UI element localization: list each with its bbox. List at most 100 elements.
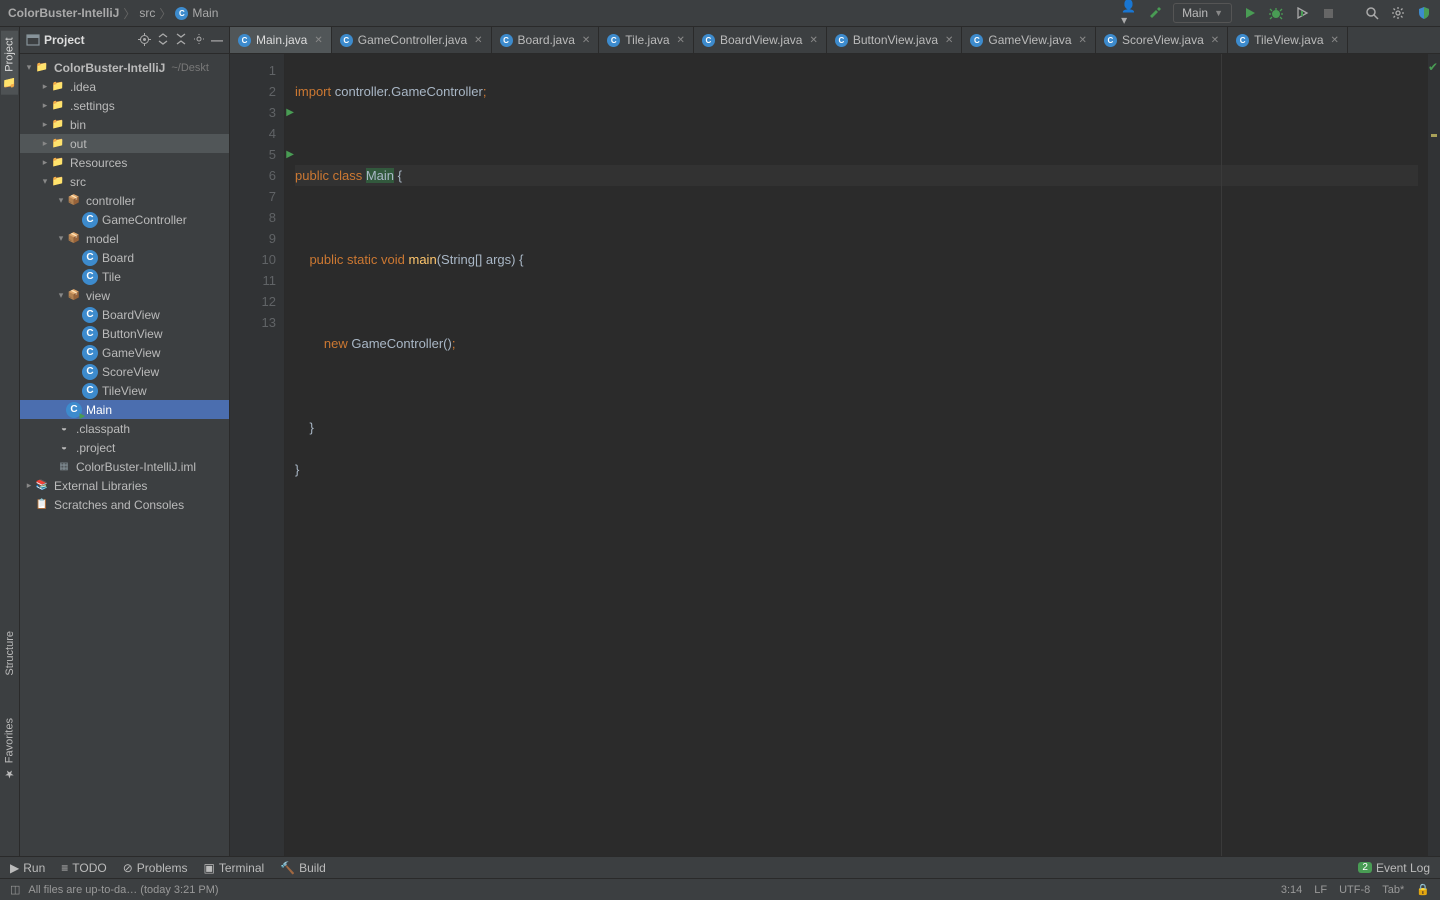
- tree-class-tile[interactable]: CTile: [20, 267, 229, 286]
- code-text[interactable]: import controller.GameController; public…: [285, 54, 1428, 856]
- locate-icon[interactable]: [138, 33, 151, 47]
- close-icon[interactable]: ✕: [474, 35, 482, 46]
- tool-tab-terminal[interactable]: ▣Terminal: [203, 861, 264, 875]
- tab-gameview[interactable]: CGameView.java✕: [962, 27, 1096, 53]
- hammer-icon[interactable]: [1147, 5, 1163, 21]
- tree-class-boardview[interactable]: CBoardView: [20, 305, 229, 324]
- settings-icon[interactable]: [1390, 5, 1406, 21]
- hide-icon[interactable]: —: [211, 33, 223, 47]
- gutter[interactable]: 1 2 3▶ 4 5▶ 6 7 8 9 10 11 12 13: [230, 54, 285, 856]
- tool-tab-build[interactable]: 🔨Build: [280, 861, 326, 875]
- tree-package-controller[interactable]: ▾📦controller: [20, 191, 229, 210]
- stop-button[interactable]: [1320, 5, 1336, 21]
- tool-tab-event-log[interactable]: 2Event Log: [1358, 861, 1430, 875]
- status-window-icon[interactable]: ◫: [10, 883, 20, 896]
- gear-icon[interactable]: [193, 33, 205, 47]
- scratch-icon: 📋: [34, 497, 50, 513]
- close-icon[interactable]: ✕: [582, 35, 590, 46]
- problems-icon: ⊘: [123, 861, 133, 875]
- shield-icon[interactable]: [1416, 5, 1432, 21]
- event-count-badge: 2: [1358, 862, 1372, 873]
- tab-boardview[interactable]: CBoardView.java✕: [694, 27, 827, 53]
- tree-package-model[interactable]: ▾📦model: [20, 229, 229, 248]
- close-icon[interactable]: ✕: [945, 35, 953, 46]
- tab-tileview[interactable]: CTileView.java✕: [1228, 27, 1348, 53]
- tool-tab-run[interactable]: ▶Run: [10, 861, 45, 875]
- breadcrumb-folder[interactable]: src: [139, 6, 155, 20]
- run-icon: ▶: [10, 861, 19, 875]
- tree-class-tileview[interactable]: CTileView: [20, 381, 229, 400]
- project-tool-window: Project — ▾📁ColorBuster-IntelliJ~/Deskt …: [20, 27, 230, 856]
- coverage-button[interactable]: [1294, 5, 1310, 21]
- debug-button[interactable]: [1268, 5, 1284, 21]
- breadcrumb[interactable]: ColorBuster-IntelliJ 〉 src 〉 C Main: [8, 5, 218, 22]
- tree-folder-out[interactable]: ▸📁out: [20, 134, 229, 153]
- user-icon[interactable]: 👤▾: [1121, 5, 1137, 21]
- tree-root[interactable]: ▾📁ColorBuster-IntelliJ~/Deskt: [20, 58, 229, 77]
- lock-icon[interactable]: 🔒: [1416, 883, 1430, 896]
- tree-package-view[interactable]: ▾📦view: [20, 286, 229, 305]
- tab-tile[interactable]: CTile.java✕: [599, 27, 694, 53]
- tab-buttonview[interactable]: CButtonView.java✕: [827, 27, 963, 53]
- tree-folder-resources[interactable]: ▸📁Resources: [20, 153, 229, 172]
- status-bar: ◫ All files are up-to-da… (today 3:21 PM…: [0, 878, 1440, 900]
- tree-class-board[interactable]: CBoard: [20, 248, 229, 267]
- build-icon: 🔨: [280, 861, 295, 875]
- warning-marker[interactable]: [1431, 134, 1437, 137]
- file-encoding[interactable]: UTF-8: [1339, 884, 1370, 896]
- close-icon[interactable]: ✕: [809, 35, 817, 46]
- tool-tab-favorites[interactable]: ★Favorites: [1, 712, 18, 786]
- indent-info[interactable]: Tab*: [1382, 884, 1404, 896]
- file-icon: ◒: [56, 440, 72, 456]
- tab-scoreview[interactable]: CScoreView.java✕: [1096, 27, 1228, 53]
- tree-folder-settings[interactable]: ▸📁.settings: [20, 96, 229, 115]
- close-icon[interactable]: ✕: [1211, 35, 1219, 46]
- tree-file-project[interactable]: ◒.project: [20, 438, 229, 457]
- project-view-icon: [26, 33, 40, 47]
- tree-folder-idea[interactable]: ▸📁.idea: [20, 77, 229, 96]
- tree-folder-bin[interactable]: ▸📁bin: [20, 115, 229, 134]
- tab-main[interactable]: CMain.java✕: [230, 27, 332, 53]
- tree-class-scoreview[interactable]: CScoreView: [20, 362, 229, 381]
- tool-tab-structure[interactable]: Structure: [2, 625, 18, 682]
- tree-class-gameview[interactable]: CGameView: [20, 343, 229, 362]
- close-icon[interactable]: ✕: [677, 35, 685, 46]
- tool-tab-problems[interactable]: ⊘Problems: [123, 861, 188, 875]
- tab-board[interactable]: CBoard.java✕: [492, 27, 600, 53]
- error-stripe[interactable]: ✔: [1428, 54, 1440, 856]
- project-tool-header: Project —: [20, 27, 229, 54]
- library-icon: 📚: [34, 478, 50, 494]
- close-icon[interactable]: ✕: [1079, 35, 1087, 46]
- search-icon[interactable]: [1364, 5, 1380, 21]
- chevron-down-icon: ▼: [1214, 8, 1223, 18]
- project-tree[interactable]: ▾📁ColorBuster-IntelliJ~/Deskt ▸📁.idea ▸📁…: [20, 54, 229, 856]
- tree-class-buttonview[interactable]: CButtonView: [20, 324, 229, 343]
- line-separator[interactable]: LF: [1314, 884, 1327, 896]
- breadcrumb-file[interactable]: Main: [192, 6, 218, 20]
- close-icon[interactable]: ✕: [314, 35, 322, 46]
- run-configuration-selector[interactable]: Main ▼: [1173, 3, 1232, 23]
- code-editor[interactable]: 1 2 3▶ 4 5▶ 6 7 8 9 10 11 12 13 import c…: [230, 54, 1440, 856]
- breadcrumb-project[interactable]: ColorBuster-IntelliJ: [8, 6, 119, 20]
- tree-file-classpath[interactable]: ◒.classpath: [20, 419, 229, 438]
- todo-icon: ≡: [61, 861, 68, 875]
- file-icon: ◒: [56, 421, 72, 437]
- tree-scratches[interactable]: 📋Scratches and Consoles: [20, 495, 229, 514]
- tree-class-main[interactable]: C▶Main: [20, 400, 229, 419]
- toolbar: 👤▾ Main ▼: [1121, 3, 1432, 23]
- tool-tab-todo[interactable]: ≡TODO: [61, 861, 106, 875]
- close-icon[interactable]: ✕: [1331, 35, 1339, 46]
- tree-file-iml[interactable]: ▦ColorBuster-IntelliJ.iml: [20, 457, 229, 476]
- collapse-all-icon[interactable]: [175, 33, 187, 47]
- tree-external-libraries[interactable]: ▸📚External Libraries: [20, 476, 229, 495]
- tree-folder-src[interactable]: ▾📁src: [20, 172, 229, 191]
- expand-all-icon[interactable]: [157, 33, 169, 47]
- right-margin-line: [1221, 54, 1222, 856]
- caret-position[interactable]: 3:14: [1281, 884, 1302, 896]
- project-tool-title[interactable]: Project: [44, 33, 85, 47]
- tool-tab-project[interactable]: 📁Project: [1, 31, 18, 95]
- tab-gamecontroller[interactable]: CGameController.java✕: [332, 27, 492, 53]
- tree-class-gamecontroller[interactable]: CGameController: [20, 210, 229, 229]
- inspection-ok-icon[interactable]: ✔: [1428, 60, 1438, 74]
- run-button[interactable]: [1242, 5, 1258, 21]
